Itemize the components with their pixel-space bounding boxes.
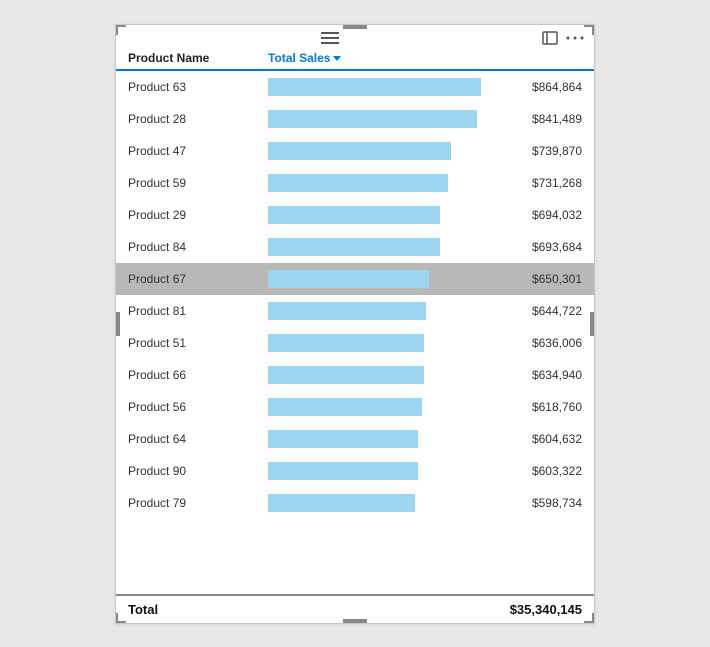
row-bar bbox=[268, 206, 440, 224]
row-bar bbox=[268, 174, 448, 192]
footer-total-label: Total bbox=[128, 602, 268, 617]
row-bar bbox=[268, 398, 422, 416]
row-value: $694,032 bbox=[532, 208, 582, 222]
table-row[interactable]: Product 90 $603,322 bbox=[116, 455, 594, 487]
row-value: $634,940 bbox=[532, 368, 582, 382]
table-row[interactable]: Product 64 $604,632 bbox=[116, 423, 594, 455]
row-product-name: Product 59 bbox=[128, 176, 268, 190]
table-row[interactable]: Product 79 $598,734 bbox=[116, 487, 594, 519]
footer-total-value: $35,340,145 bbox=[268, 602, 582, 617]
row-bar bbox=[268, 302, 426, 320]
table-row[interactable]: Product 59 $731,268 bbox=[116, 167, 594, 199]
row-bar-container: $650,301 bbox=[268, 268, 582, 290]
row-product-name: Product 51 bbox=[128, 336, 268, 350]
row-value: $604,632 bbox=[532, 432, 582, 446]
row-value: $636,006 bbox=[532, 336, 582, 350]
table-row[interactable]: Product 84 $693,684 bbox=[116, 231, 594, 263]
table-row[interactable]: Product 56 $618,760 bbox=[116, 391, 594, 423]
table-row[interactable]: Product 67 $650,301 bbox=[116, 263, 594, 295]
table-row[interactable]: Product 29 $694,032 bbox=[116, 199, 594, 231]
row-product-name: Product 81 bbox=[128, 304, 268, 318]
row-bar-container: $841,489 bbox=[268, 108, 582, 130]
row-product-name: Product 90 bbox=[128, 464, 268, 478]
row-bar-container: $634,940 bbox=[268, 364, 582, 386]
row-bar-container: $694,032 bbox=[268, 204, 582, 226]
resize-handle-br[interactable] bbox=[584, 613, 594, 623]
row-bar bbox=[268, 494, 415, 512]
row-value: $650,301 bbox=[532, 272, 582, 286]
more-options-icon[interactable] bbox=[566, 35, 584, 41]
table-row[interactable]: Product 66 $634,940 bbox=[116, 359, 594, 391]
row-value: $864,864 bbox=[532, 80, 582, 94]
row-product-name: Product 84 bbox=[128, 240, 268, 254]
table-wrapper: Product Name Total Sales Product 63 $864,… bbox=[116, 47, 594, 623]
row-value: $644,722 bbox=[532, 304, 582, 318]
row-bar bbox=[268, 238, 440, 256]
row-bar-container: $618,760 bbox=[268, 396, 582, 418]
expand-icon[interactable] bbox=[542, 31, 558, 45]
row-value: $739,870 bbox=[532, 144, 582, 158]
row-product-name: Product 29 bbox=[128, 208, 268, 222]
row-product-name: Product 66 bbox=[128, 368, 268, 382]
row-value: $618,760 bbox=[532, 400, 582, 414]
row-bar bbox=[268, 110, 477, 128]
table-body[interactable]: Product 63$864,864Product 28$841,489Prod… bbox=[116, 71, 594, 594]
row-value: $598,734 bbox=[532, 496, 582, 510]
row-bar-container: $693,684 bbox=[268, 236, 582, 258]
table-row[interactable]: Product 51 $636,006 bbox=[116, 327, 594, 359]
row-bar bbox=[268, 430, 418, 448]
col-name-header: Product Name bbox=[128, 51, 268, 65]
row-bar-container: $739,870 bbox=[268, 140, 582, 162]
row-bar-container: $604,632 bbox=[268, 428, 582, 450]
row-bar-container: $636,006 bbox=[268, 332, 582, 354]
table-row[interactable]: Product 47 $739,870 bbox=[116, 135, 594, 167]
menu-icon[interactable] bbox=[321, 32, 339, 44]
table-row[interactable]: Product 63 $864,864 bbox=[116, 71, 594, 103]
col-sales-header: Total Sales bbox=[268, 51, 582, 65]
row-bar-container: $644,722 bbox=[268, 300, 582, 322]
row-product-name: Product 47 bbox=[128, 144, 268, 158]
table-row[interactable]: Product 81 $644,722 bbox=[116, 295, 594, 327]
row-product-name: Product 63 bbox=[128, 80, 268, 94]
row-bar-container: $603,322 bbox=[268, 460, 582, 482]
row-bar-container: $731,268 bbox=[268, 172, 582, 194]
row-product-name: Product 64 bbox=[128, 432, 268, 446]
row-product-name: Product 28 bbox=[128, 112, 268, 126]
row-bar bbox=[268, 462, 418, 480]
row-value: $603,322 bbox=[532, 464, 582, 478]
row-bar-container: $864,864 bbox=[268, 76, 582, 98]
row-bar bbox=[268, 78, 481, 96]
table-row[interactable]: Product 28 $841,489 bbox=[116, 103, 594, 135]
row-bar bbox=[268, 270, 429, 288]
resize-handle-tl[interactable] bbox=[116, 25, 126, 35]
row-bar-container: $598,734 bbox=[268, 492, 582, 514]
resize-handle-tr[interactable] bbox=[584, 25, 594, 35]
row-bar bbox=[268, 366, 424, 384]
resize-handle-right[interactable] bbox=[590, 312, 594, 336]
resize-handle-left[interactable] bbox=[116, 312, 120, 336]
resize-handle-bottom[interactable] bbox=[343, 619, 367, 623]
widget-container: Product Name Total Sales Product 63 $864,… bbox=[115, 24, 595, 624]
row-product-name: Product 67 bbox=[128, 272, 268, 286]
resize-handle-bl[interactable] bbox=[116, 613, 126, 623]
row-product-name: Product 79 bbox=[128, 496, 268, 510]
table-header: Product Name Total Sales bbox=[116, 47, 594, 71]
resize-handle-top[interactable] bbox=[343, 25, 367, 29]
row-value: $693,684 bbox=[532, 240, 582, 254]
row-product-name: Product 56 bbox=[128, 400, 268, 414]
row-bar bbox=[268, 334, 424, 352]
row-value: $841,489 bbox=[532, 112, 582, 126]
sort-arrow-icon[interactable] bbox=[333, 56, 341, 61]
row-bar bbox=[268, 142, 451, 160]
row-value: $731,268 bbox=[532, 176, 582, 190]
